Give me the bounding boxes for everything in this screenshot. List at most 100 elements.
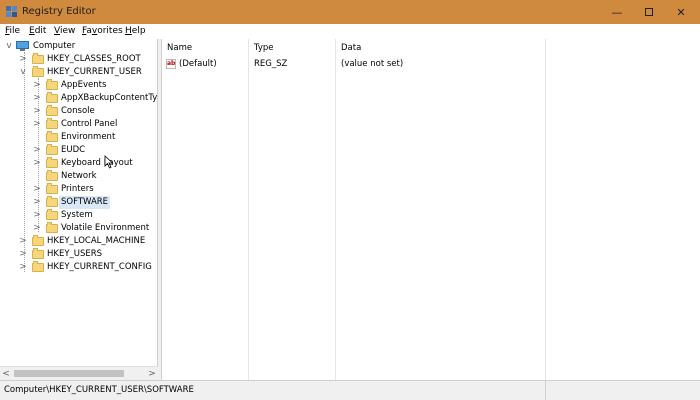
menu-edit[interactable]: Edit: [29, 26, 46, 36]
scroll-left-icon[interactable]: <: [0, 367, 12, 381]
tree-item-label: SOFTWARE: [59, 196, 111, 209]
tree-item-label: Environment: [61, 132, 116, 142]
menu-view[interactable]: View: [54, 26, 75, 36]
expand-icon[interactable]: >: [32, 157, 42, 170]
folder-icon: [46, 92, 58, 103]
tree-item-label: Keyboard Layout: [61, 158, 133, 168]
tree-item[interactable]: > System: [0, 209, 156, 222]
menu-bar: File Edit View Favorites Help: [0, 24, 700, 39]
folder-icon: [46, 209, 58, 220]
tree-item[interactable]: > HKEY_CURRENT_CONFIG: [0, 261, 156, 274]
tree-item[interactable]: > Volatile Environment: [0, 222, 156, 235]
key-tree-pane[interactable]: v Computer > HKEY_CLASSES_ROOT v HKEY_CURRE…: [0, 39, 158, 380]
status-divider: [545, 380, 546, 400]
tree-item-label: EUDC: [61, 145, 86, 155]
tree-item[interactable]: > HKEY_LOCAL_MACHINE: [0, 235, 156, 248]
folder-icon: [46, 79, 58, 90]
folder-icon: [32, 261, 44, 272]
mouse-cursor-icon: [104, 155, 114, 169]
expand-icon[interactable]: >: [18, 235, 28, 248]
minimize-button[interactable]: —: [600, 0, 634, 24]
tree-item[interactable]: > HKEY_CLASSES_ROOT: [0, 53, 156, 66]
scroll-right-icon[interactable]: >: [146, 367, 158, 381]
tree-item-label: Console: [61, 106, 95, 116]
folder-icon: [46, 183, 58, 194]
registry-editor-window: Registry Editor — ✕ File Edit View Favor…: [0, 0, 700, 400]
status-bar: Computer\HKEY_CURRENT_USER\SOFTWARE: [0, 380, 700, 400]
tree-item[interactable]: > Keyboard Layout: [0, 157, 156, 170]
expand-icon[interactable]: >: [32, 105, 42, 118]
tree-item[interactable]: Network: [0, 170, 156, 183]
close-button[interactable]: ✕: [664, 0, 698, 24]
expand-icon[interactable]: >: [32, 92, 42, 105]
menu-help[interactable]: Help: [125, 26, 146, 36]
registry-editor-icon: [6, 6, 17, 17]
column-header-data[interactable]: Data: [336, 39, 546, 57]
value-name: (Default): [179, 59, 217, 69]
column-divider[interactable]: [335, 39, 336, 380]
tree-item-label: HKEY_CLASSES_ROOT: [47, 54, 141, 64]
column-divider[interactable]: [248, 39, 249, 380]
folder-icon: [32, 66, 44, 77]
tree-item-computer[interactable]: v Computer: [0, 40, 156, 53]
folder-icon: [46, 144, 58, 155]
folder-icon: [32, 53, 44, 64]
maximize-icon: [645, 8, 653, 16]
tree-item[interactable]: v HKEY_CURRENT_USER: [0, 66, 156, 79]
maximize-button[interactable]: [632, 0, 666, 24]
tree-item[interactable]: > AppXBackupContentTyp: [0, 92, 158, 105]
tree-item[interactable]: > SOFTWARE: [0, 196, 156, 209]
string-value-icon: ab: [166, 59, 176, 69]
tree-item[interactable]: > AppEvents: [0, 79, 156, 92]
menu-favorites[interactable]: Favorites: [82, 26, 123, 36]
tree-item-label: Printers: [61, 184, 94, 194]
tree-item-label: HKEY_CURRENT_USER: [47, 67, 142, 77]
tree-item-label: Network: [61, 171, 97, 181]
folder-icon: [46, 222, 58, 233]
expand-icon[interactable]: >: [32, 118, 42, 131]
tree-item-label: Computer: [33, 41, 76, 51]
scrollbar-thumb[interactable]: [14, 370, 124, 377]
folder-icon: [32, 248, 44, 259]
tree-item-label: HKEY_USERS: [47, 249, 103, 259]
tree-horizontal-scrollbar[interactable]: < >: [0, 366, 158, 380]
status-path: Computer\HKEY_CURRENT_USER\SOFTWARE: [4, 385, 194, 395]
expand-icon[interactable]: >: [32, 196, 42, 209]
expand-icon[interactable]: >: [18, 248, 28, 261]
expand-icon[interactable]: >: [32, 183, 42, 196]
values-list-pane[interactable]: Name Type Data ab (Default) REG_SZ (valu…: [161, 39, 700, 380]
value-data: (value not set): [341, 59, 404, 69]
collapse-icon[interactable]: v: [4, 40, 14, 53]
expand-icon[interactable]: >: [32, 222, 42, 235]
tree-item[interactable]: Environment: [0, 131, 156, 144]
folder-icon: [46, 196, 58, 207]
tree-item-label: System: [61, 210, 93, 220]
tree-item-label: AppXBackupContentTyp: [61, 93, 158, 103]
expand-icon[interactable]: >: [18, 261, 28, 274]
tree-item[interactable]: > Console: [0, 105, 156, 118]
expand-icon[interactable]: >: [18, 53, 28, 66]
window-title: Registry Editor: [22, 6, 96, 17]
folder-icon: [46, 118, 58, 129]
column-header-name[interactable]: Name: [162, 39, 248, 57]
tree-item[interactable]: > Printers: [0, 183, 156, 196]
tree-item[interactable]: > Control Panel: [0, 118, 156, 131]
close-icon: ✕: [676, 5, 686, 19]
computer-icon: [16, 41, 29, 51]
expand-icon[interactable]: >: [32, 144, 42, 157]
tree-item-label: AppEvents: [61, 80, 107, 90]
tree-item-label: Volatile Environment: [61, 223, 150, 233]
menu-file[interactable]: File: [5, 26, 20, 36]
minimize-icon: —: [611, 5, 623, 19]
folder-icon: [46, 170, 58, 181]
tree-item-label: Control Panel: [61, 119, 118, 129]
collapse-icon[interactable]: v: [18, 66, 28, 79]
tree-item-label: HKEY_LOCAL_MACHINE: [47, 236, 146, 246]
column-header-type[interactable]: Type: [249, 39, 335, 57]
tree-item[interactable]: > EUDC: [0, 144, 156, 157]
column-divider[interactable]: [545, 39, 546, 380]
title-bar[interactable]: Registry Editor — ✕: [0, 0, 700, 24]
expand-icon[interactable]: >: [32, 79, 42, 92]
expand-icon[interactable]: >: [32, 209, 42, 222]
tree-item[interactable]: > HKEY_USERS: [0, 248, 156, 261]
